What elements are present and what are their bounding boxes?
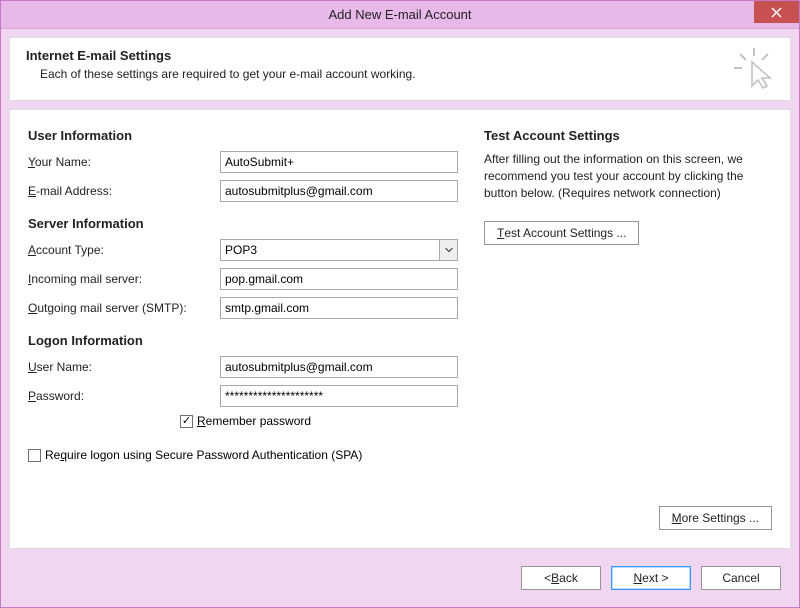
section-logon-information: Logon Information <box>28 333 458 348</box>
account-type-dropdown-button[interactable] <box>439 239 458 261</box>
window-title: Add New E-mail Account <box>328 7 471 22</box>
spa-row: Require logon using Secure Password Auth… <box>28 448 458 462</box>
label-incoming: Incoming mail server: <box>28 272 220 286</box>
header-panel: Internet E-mail Settings Each of these s… <box>9 37 791 101</box>
right-column: Test Account Settings After filling out … <box>484 128 772 530</box>
test-account-settings-button[interactable]: Test Account Settings ... <box>484 221 639 245</box>
remember-password-checkbox[interactable] <box>180 415 193 428</box>
spa-checkbox[interactable] <box>28 449 41 462</box>
label-outgoing: Outgoing mail server (SMTP): <box>28 301 220 315</box>
section-test-account-settings: Test Account Settings <box>484 128 772 143</box>
close-button[interactable] <box>754 1 799 23</box>
chevron-down-icon <box>445 247 453 253</box>
label-password: Password: <box>28 389 220 403</box>
titlebar: Add New E-mail Account <box>1 1 799 29</box>
label-email: E-mail Address: <box>28 184 220 198</box>
email-input[interactable] <box>220 180 458 202</box>
cancel-button[interactable]: Cancel <box>701 566 781 590</box>
remember-password-row: Remember password <box>28 414 458 428</box>
section-user-information: User Information <box>28 128 458 143</box>
label-your-name: Your Name: <box>28 155 220 169</box>
password-input[interactable] <box>220 385 458 407</box>
your-name-input[interactable] <box>220 151 458 173</box>
add-email-account-dialog: Add New E-mail Account Internet E-mail S… <box>0 0 800 608</box>
wizard-cursor-icon <box>732 46 776 93</box>
account-type-select[interactable]: POP3 <box>220 239 458 261</box>
back-button[interactable]: < Back <box>521 566 601 590</box>
label-remember-password: Remember password <box>197 414 311 428</box>
header-subtitle: Each of these settings are required to g… <box>26 67 774 81</box>
body-panel: User Information Your Name: E-mail Addre… <box>9 109 791 549</box>
wizard-footer: < Back Next > Cancel <box>9 559 791 597</box>
test-account-description: After filling out the information on thi… <box>484 151 772 201</box>
label-account-type: Account Type: <box>28 243 220 257</box>
incoming-server-input[interactable] <box>220 268 458 290</box>
more-settings-button[interactable]: More Settings ... <box>659 506 772 530</box>
close-icon <box>771 7 782 18</box>
label-user-name: User Name: <box>28 360 220 374</box>
user-name-input[interactable] <box>220 356 458 378</box>
left-column: User Information Your Name: E-mail Addre… <box>28 128 458 530</box>
label-spa: Require logon using Secure Password Auth… <box>45 448 362 462</box>
outgoing-server-input[interactable] <box>220 297 458 319</box>
header-title: Internet E-mail Settings <box>26 48 774 63</box>
section-server-information: Server Information <box>28 216 458 231</box>
next-button[interactable]: Next > <box>611 566 691 590</box>
account-type-value: POP3 <box>220 239 439 261</box>
